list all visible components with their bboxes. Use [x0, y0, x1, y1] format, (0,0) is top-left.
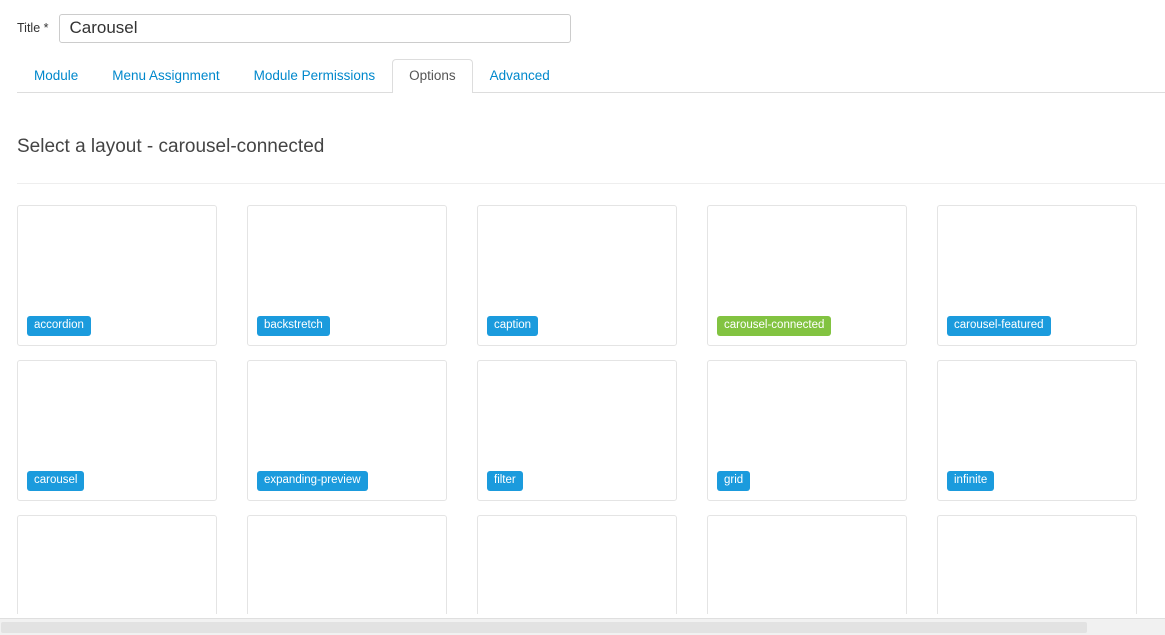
layout-card-filter[interactable]: filter: [477, 360, 677, 501]
layout-card-expanding-preview[interactable]: expanding-preview: [247, 360, 447, 501]
layout-card-grid[interactable]: grid: [707, 360, 907, 501]
title-field-row: Title *: [0, 13, 571, 43]
layout-badge: carousel: [27, 471, 85, 491]
layout-badge: carousel-featured: [947, 316, 1051, 336]
tab-module[interactable]: Module: [17, 59, 95, 93]
layout-card-carousel-featured[interactable]: carousel-featured: [937, 205, 1137, 346]
layout-card[interactable]: [937, 515, 1137, 614]
tab-module-permissions[interactable]: Module Permissions: [237, 59, 393, 93]
layout-card[interactable]: [477, 515, 677, 614]
title-label: Title *: [17, 21, 49, 35]
layout-badge: filter: [487, 471, 523, 491]
tab-menu-assignment[interactable]: Menu Assignment: [95, 59, 236, 93]
layout-card-caption[interactable]: caption: [477, 205, 677, 346]
layout-card-accordion[interactable]: accordion: [17, 205, 217, 346]
layout-grid-scroll-area: accordion backstretch caption carousel-c…: [0, 205, 1165, 614]
tab-advanced[interactable]: Advanced: [473, 59, 567, 93]
layout-card-carousel-connected[interactable]: carousel-connected: [707, 205, 907, 346]
layout-card-backstretch[interactable]: backstretch: [247, 205, 447, 346]
layout-badge: infinite: [947, 471, 995, 491]
layout-badge: backstretch: [257, 316, 330, 336]
layout-badge: caption: [487, 316, 539, 336]
layout-grid: accordion backstretch caption carousel-c…: [0, 205, 1165, 614]
layout-badge-selected: carousel-connected: [717, 316, 832, 336]
horizontal-scrollbar[interactable]: [0, 618, 1165, 635]
layout-badge: expanding-preview: [257, 471, 368, 491]
layout-card[interactable]: [247, 515, 447, 614]
horizontal-scrollbar-thumb[interactable]: [1, 622, 1087, 633]
layout-badge: accordion: [27, 316, 91, 336]
page-title: Select a layout - carousel-connected: [17, 136, 325, 157]
layout-badge: grid: [717, 471, 751, 491]
layout-card[interactable]: [17, 515, 217, 614]
layout-card-carousel[interactable]: carousel: [17, 360, 217, 501]
heading-divider: [17, 183, 1165, 184]
layout-card-infinite[interactable]: infinite: [937, 360, 1137, 501]
title-input[interactable]: [58, 13, 571, 43]
module-edit-tabs: Module Menu Assignment Module Permission…: [17, 59, 1165, 93]
layout-card[interactable]: [707, 515, 907, 614]
tab-options[interactable]: Options: [392, 59, 473, 93]
